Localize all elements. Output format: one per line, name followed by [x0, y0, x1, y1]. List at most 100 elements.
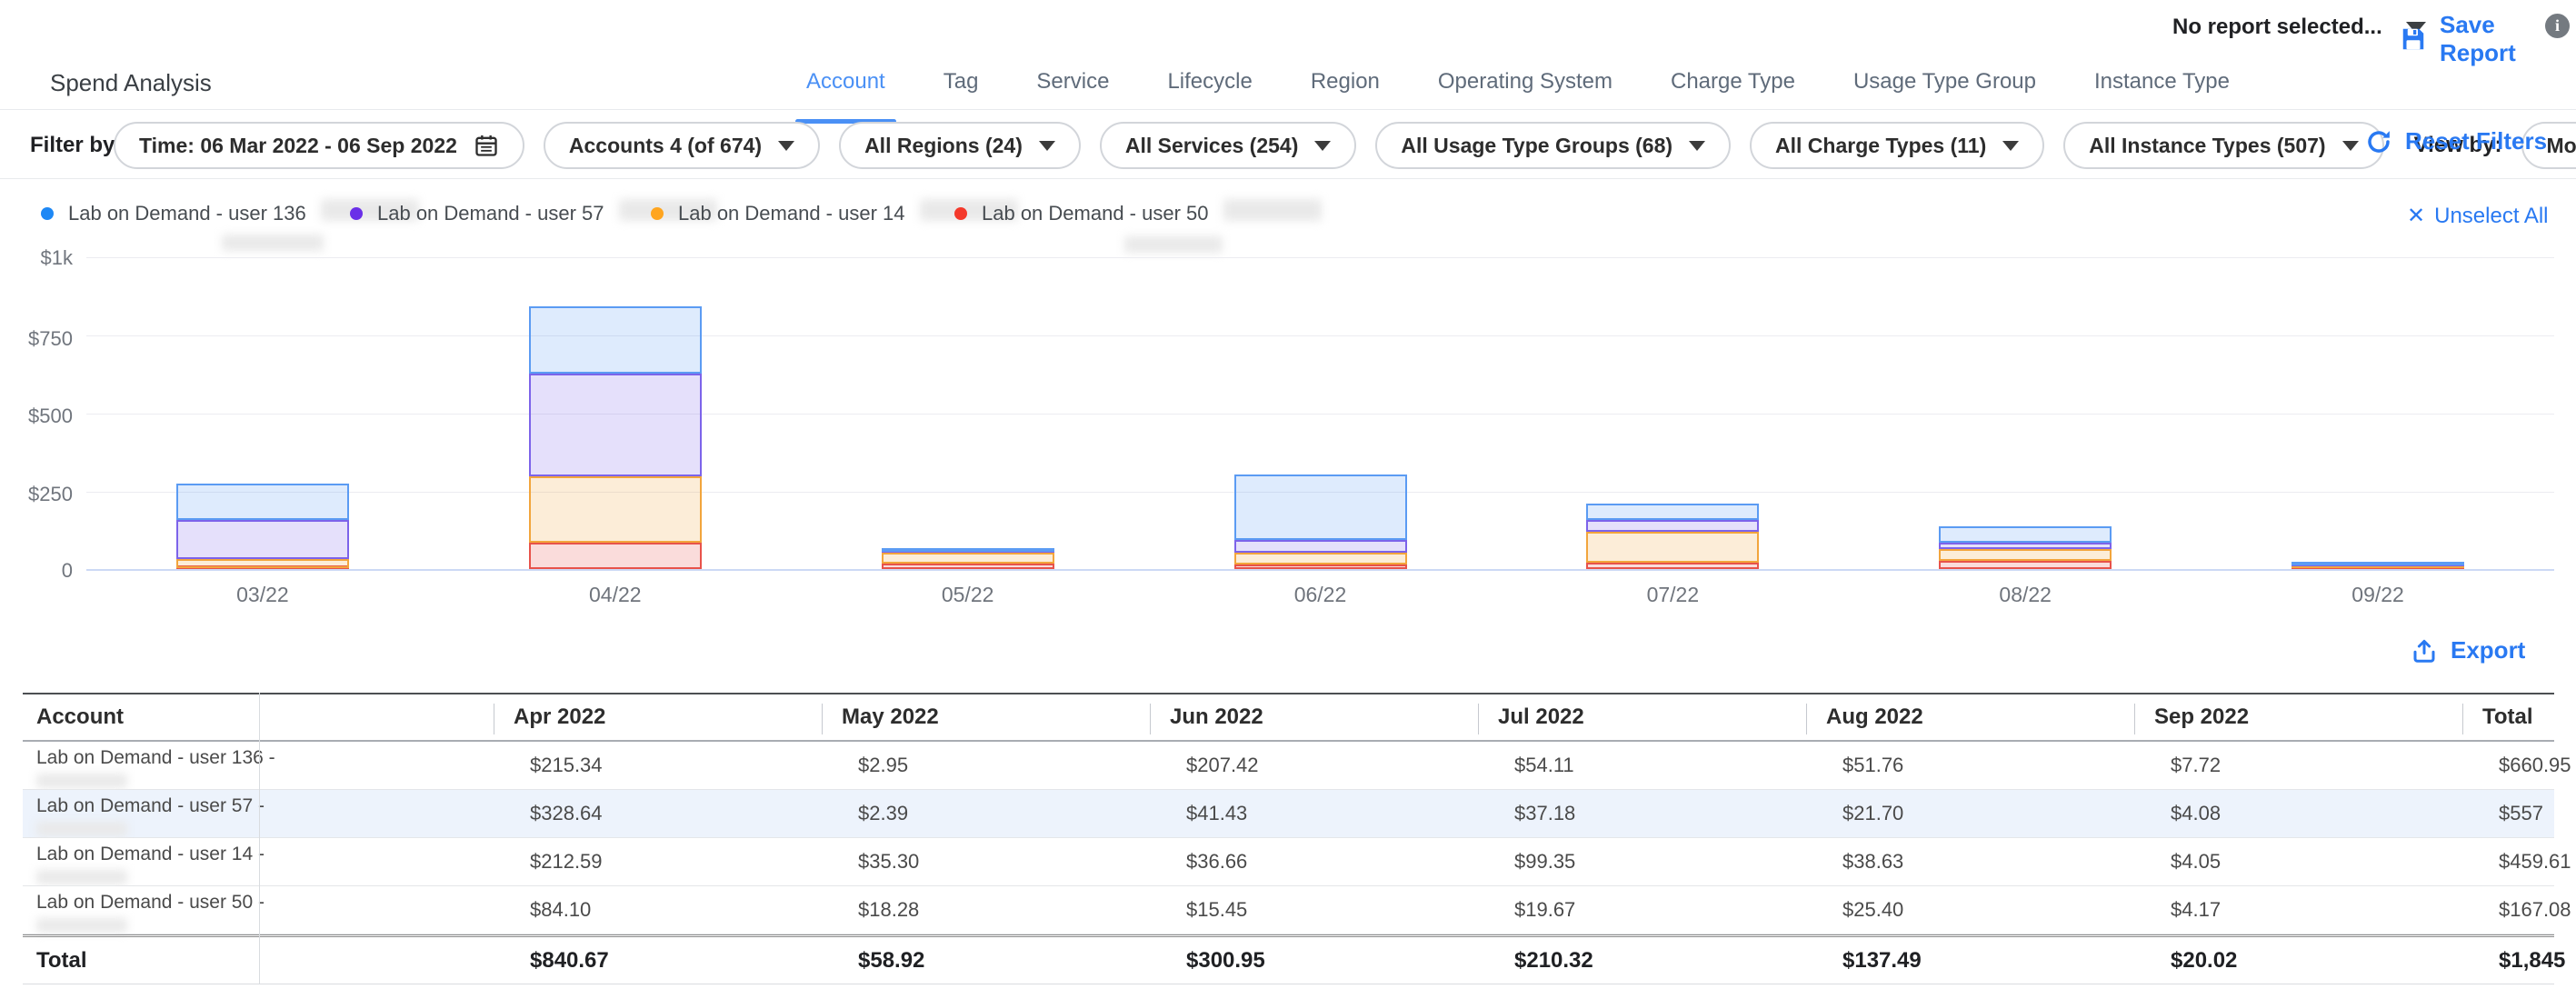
- view-by-value: Month: [2547, 134, 2576, 158]
- legend-item[interactable]: Lab on Demand - user 50: [954, 202, 1322, 225]
- total-label: Total: [36, 937, 87, 984]
- filter-dropdown-regions[interactable]: All Regions (24): [839, 122, 1081, 169]
- tab-usage-type-group[interactable]: Usage Type Group: [1853, 69, 2036, 124]
- x-tick-label: 08/22: [1849, 583, 2202, 607]
- account-cell: Lab on Demand - user 136 -: [36, 747, 275, 788]
- tab-account[interactable]: Account: [806, 69, 885, 124]
- table-row[interactable]: Lab on Demand - user 14 -$212.59$35.30$3…: [23, 838, 2554, 886]
- bar-segment[interactable]: [882, 553, 1054, 564]
- filter-dropdown-instance[interactable]: All Instance Types (507): [2063, 122, 2383, 169]
- value-cell: $459.61: [2499, 838, 2571, 885]
- filter-pill-row: Time: 06 Mar 2022 - 06 Sep 2022 Accounts…: [114, 122, 2576, 169]
- refresh-icon: [2365, 128, 2392, 155]
- value-cell: $18.28: [858, 886, 919, 934]
- account-cell: Lab on Demand - user 14 -: [36, 844, 265, 884]
- x-tick-label: 07/22: [1496, 583, 1849, 607]
- x-tick-label: 05/22: [792, 583, 1144, 607]
- filter-dropdown-charge[interactable]: All Charge Types (11): [1750, 122, 2044, 169]
- account-name: Lab on Demand - user 57 -: [36, 795, 265, 817]
- bar-segment[interactable]: [529, 543, 702, 569]
- bar-segment[interactable]: [176, 520, 349, 559]
- bar-segment[interactable]: [529, 306, 702, 374]
- bar-segment[interactable]: [1234, 540, 1407, 553]
- legend-dot-icon: [651, 207, 664, 220]
- filter-dropdown-label: All Services (254): [1125, 134, 1299, 158]
- table-header-row: AccountApr 2022May 2022Jun 2022Jul 2022A…: [23, 693, 2554, 742]
- bar-segment[interactable]: [882, 548, 1054, 552]
- bar-segment[interactable]: [176, 559, 349, 568]
- bar-segment[interactable]: [529, 476, 702, 543]
- column-divider: [1150, 704, 1151, 734]
- divider: [0, 178, 2576, 179]
- value-cell: $37.18: [1514, 790, 1575, 837]
- value-cell: $215.34: [530, 742, 603, 789]
- tab-lifecycle[interactable]: Lifecycle: [1167, 69, 1252, 124]
- bar-segment[interactable]: [882, 564, 1054, 569]
- total-value-cell: $840.67: [530, 937, 609, 984]
- tab-tag[interactable]: Tag: [944, 69, 979, 124]
- value-cell: $660.95: [2499, 742, 2571, 789]
- export-button[interactable]: Export: [2411, 636, 2525, 664]
- filter-dropdown-4[interactable]: Accounts 4 (of 674): [544, 122, 820, 169]
- bar-segment[interactable]: [1939, 549, 2112, 561]
- legend-dot-icon: [954, 207, 967, 220]
- bar-segment[interactable]: [1586, 520, 1759, 532]
- tab-region[interactable]: Region: [1311, 69, 1380, 124]
- bar-segment[interactable]: [1234, 475, 1407, 539]
- value-cell: $15.45: [1186, 886, 1247, 934]
- filter-dropdown-usage[interactable]: All Usage Type Groups (68): [1375, 122, 1731, 169]
- x-tick-label: 04/22: [439, 583, 792, 607]
- spend-table: AccountApr 2022May 2022Jun 2022Jul 2022A…: [23, 693, 2554, 984]
- bar-segment[interactable]: [1586, 563, 1759, 569]
- bar-segment[interactable]: [1586, 532, 1759, 563]
- column-divider: [2134, 704, 2135, 734]
- bar-segment[interactable]: [1586, 504, 1759, 521]
- x-tick-label: 09/22: [2202, 583, 2554, 607]
- y-tick-label: 0: [16, 559, 73, 583]
- x-axis-line: [86, 569, 2554, 571]
- table-total-row: Total$840.67$58.92$300.95$210.32$137.49$…: [23, 934, 2554, 984]
- tab-instance-type[interactable]: Instance Type: [2094, 69, 2230, 124]
- chevron-down-icon: [1039, 141, 1055, 151]
- bar-segment[interactable]: [529, 374, 702, 476]
- table-row[interactable]: Lab on Demand - user 50 -$84.10$18.28$15…: [23, 886, 2554, 934]
- column-header: Apr 2022: [514, 694, 605, 740]
- tab-charge-type[interactable]: Charge Type: [1671, 69, 1795, 124]
- value-cell: $167.08: [2499, 886, 2571, 934]
- bar-segment[interactable]: [1939, 526, 2112, 543]
- filter-dropdown-services[interactable]: All Services (254): [1100, 122, 1357, 169]
- account-cell: Lab on Demand - user 57 -: [36, 795, 265, 836]
- value-cell: $4.05: [2171, 838, 2221, 885]
- report-selector-dropdown[interactable]: No report selected...: [2172, 15, 2426, 40]
- bar-segment[interactable]: [1939, 543, 2112, 549]
- value-cell: $41.43: [1186, 790, 1247, 837]
- bar-segment[interactable]: [1234, 564, 1407, 569]
- value-cell: $212.59: [530, 838, 603, 885]
- tab-bar: Account Tag Service Lifecycle Region Operatin…: [806, 69, 2230, 124]
- bar-segment[interactable]: [1939, 561, 2112, 569]
- table-row[interactable]: Lab on Demand - user 57 -$328.64$2.39$41…: [23, 790, 2554, 838]
- redacted-text: [36, 774, 127, 788]
- tab-service[interactable]: Service: [1036, 69, 1109, 124]
- filter-dropdown-label: All Usage Type Groups (68): [1401, 134, 1672, 158]
- value-cell: $4.17: [2171, 886, 2221, 934]
- unselect-all-label: Unselect All: [2434, 204, 2548, 229]
- column-header: May 2022: [842, 694, 939, 740]
- info-icon[interactable]: i: [2545, 14, 2570, 38]
- divider: [0, 109, 2576, 110]
- unselect-all-button[interactable]: ✕ Unselect All: [2407, 204, 2549, 229]
- reset-filters-button[interactable]: Reset Filters: [2365, 127, 2547, 155]
- bar-segment[interactable]: [176, 484, 349, 520]
- time-range-filter[interactable]: Time: 06 Mar 2022 - 06 Sep 2022: [114, 122, 524, 169]
- tab-operating-system[interactable]: Operating System: [1438, 69, 1612, 124]
- account-column-divider: [259, 693, 260, 984]
- account-cell: Lab on Demand - user 50 -: [36, 892, 265, 933]
- bar-segment[interactable]: [1234, 553, 1407, 564]
- total-value-cell: $1,845: [2499, 937, 2565, 984]
- redacted-text: [1223, 199, 1322, 221]
- value-cell: $2.39: [858, 790, 908, 837]
- legend-label: Lab on Demand - user 136: [68, 202, 306, 225]
- export-icon: [2411, 637, 2438, 664]
- table-row[interactable]: Lab on Demand - user 136 -$215.34$2.95$2…: [23, 742, 2554, 790]
- bar-segment[interactable]: [2291, 562, 2464, 565]
